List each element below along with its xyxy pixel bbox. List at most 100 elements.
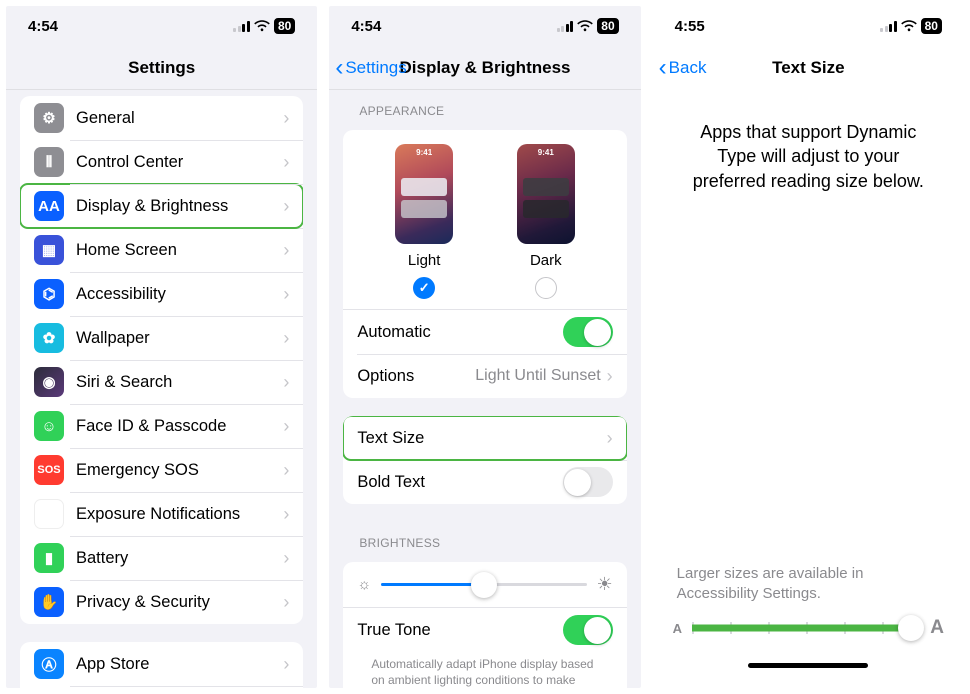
row-face-id[interactable]: ☺︎Face ID & Passcode› [20, 404, 303, 448]
chevron-right-icon: › [283, 284, 289, 305]
row-label: Face ID & Passcode [76, 417, 283, 436]
row-label: General [76, 109, 283, 128]
row-true-tone: True Tone [343, 608, 626, 652]
sun-max-icon: ☀︎ [597, 574, 613, 595]
status-bar: 4:54 80 [6, 6, 317, 46]
hand-icon: ✋ [34, 587, 64, 617]
row-label: Automatic [357, 323, 562, 342]
row-label: Emergency SOS [76, 461, 283, 480]
text-size-footnote: Larger sizes are available in Accessibil… [673, 564, 944, 617]
a-small-icon: A [673, 621, 682, 636]
back-label: Settings [345, 58, 406, 78]
appearance-header: APPEARANCE [329, 90, 640, 124]
row-app-store[interactable]: ⒶApp Store› [20, 642, 303, 686]
siri-icon: ◉ [34, 367, 64, 397]
settings-group-main: ⚙︎General› ⫴Control Center› AADisplay & … [20, 96, 303, 624]
light-label: Light [408, 252, 441, 269]
dark-preview: 9:41 [517, 144, 575, 244]
row-label: Siri & Search [76, 373, 283, 392]
automatic-switch[interactable] [563, 317, 613, 347]
sun-min-icon: ☼ [357, 576, 371, 593]
screen-settings: 4:54 80 Settings ⚙︎General› ⫴Control Cen… [6, 6, 317, 688]
row-label: Exposure Notifications [76, 505, 283, 524]
row-label: Control Center [76, 153, 283, 172]
brightness-slider[interactable] [381, 583, 586, 586]
row-exposure[interactable]: ✺ Exposure Notifications› [20, 492, 303, 536]
chevron-right-icon: › [283, 654, 289, 675]
exposure-icon: ✺ [34, 499, 64, 529]
chevron-left-icon: ‹ [335, 56, 343, 80]
chevron-right-icon: › [283, 196, 289, 217]
row-options[interactable]: Options Light Until Sunset › [343, 354, 626, 398]
chevron-right-icon: › [607, 428, 613, 449]
nav-bar: ‹Settings Display & Brightness [329, 46, 640, 90]
face-id-icon: ☺︎ [34, 411, 64, 441]
row-text-size[interactable]: Text Size › [343, 416, 626, 460]
radio-unselected-icon [535, 277, 557, 299]
row-general[interactable]: ⚙︎ General› [20, 96, 303, 140]
dark-label: Dark [530, 252, 562, 269]
row-wallet[interactable]: 💳Wallet & Apple Pay› [20, 686, 303, 688]
back-button[interactable]: ‹Back [659, 46, 707, 90]
row-sos[interactable]: SOSEmergency SOS› [20, 448, 303, 492]
gear-icon: ⚙︎ [34, 103, 64, 133]
wifi-icon [901, 20, 917, 32]
chevron-right-icon: › [283, 372, 289, 393]
row-label: Battery [76, 549, 283, 568]
nav-bar: Settings [6, 46, 317, 90]
status-time: 4:54 [351, 18, 381, 35]
chevron-right-icon: › [283, 504, 289, 525]
text-size-footer-area: Larger sizes are available in Accessibil… [653, 556, 964, 688]
back-button[interactable]: ‹Settings [335, 46, 406, 89]
grid-icon: ▦ [34, 235, 64, 265]
row-label: True Tone [357, 621, 562, 640]
accessibility-icon: ⌬ [34, 279, 64, 309]
row-siri[interactable]: ◉ Siri & Search› [20, 360, 303, 404]
true-tone-footnote: Automatically adapt iPhone display based… [343, 652, 626, 688]
bold-text-switch[interactable] [563, 467, 613, 497]
text-size-slider[interactable] [692, 626, 920, 630]
battery-icon: 80 [597, 18, 618, 34]
chevron-right-icon: › [283, 240, 289, 261]
nav-title: Display & Brightness [399, 58, 570, 78]
battery-icon: 80 [921, 18, 942, 34]
row-control-center[interactable]: ⫴Control Center› [20, 140, 303, 184]
a-large-icon: A [930, 617, 944, 639]
true-tone-switch[interactable] [563, 615, 613, 645]
row-detail: Light Until Sunset [475, 367, 600, 385]
row-display-brightness[interactable]: AADisplay & Brightness› [20, 184, 303, 228]
chevron-right-icon: › [283, 328, 289, 349]
annotation-arrow [692, 625, 914, 632]
flower-icon: ✿ [34, 323, 64, 353]
row-label: App Store [76, 655, 283, 674]
cellular-icon [557, 21, 574, 32]
switches-icon: ⫴ [34, 147, 64, 177]
brightness-slider-row: ☼ ☀︎ [343, 562, 626, 608]
row-label: Home Screen [76, 241, 283, 260]
settings-group-store: ⒶApp Store› 💳Wallet & Apple Pay› [20, 642, 303, 688]
row-bold-text: Bold Text [343, 460, 626, 504]
row-privacy[interactable]: ✋Privacy & Security› [20, 580, 303, 624]
row-home-screen[interactable]: ▦ Home Screen› [20, 228, 303, 272]
appearance-dark[interactable]: 9:41 Dark [517, 144, 575, 299]
chevron-right-icon: › [607, 366, 613, 387]
appearance-light[interactable]: 9:41 Light [395, 144, 453, 299]
appearance-picker: 9:41 Light 9:41 Dark [343, 130, 626, 310]
row-battery[interactable]: ▮Battery› [20, 536, 303, 580]
chevron-left-icon: ‹ [659, 56, 667, 80]
back-label: Back [669, 58, 707, 78]
light-preview: 9:41 [395, 144, 453, 244]
status-time: 4:54 [28, 18, 58, 35]
text-group: Text Size › Bold Text [343, 416, 626, 504]
row-accessibility[interactable]: ⌬ Accessibility› [20, 272, 303, 316]
screen-text-size: 4:55 80 ‹Back Text Size Apps that suppor… [653, 6, 964, 688]
cellular-icon [880, 21, 897, 32]
text-size-slider-row: A A [673, 617, 944, 639]
row-wallpaper[interactable]: ✿Wallpaper› [20, 316, 303, 360]
nav-bar: ‹Back Text Size [653, 46, 964, 90]
chevron-right-icon: › [283, 108, 289, 129]
row-label: Privacy & Security [76, 593, 283, 612]
wifi-icon [577, 20, 593, 32]
chevron-right-icon: › [283, 460, 289, 481]
row-label: Accessibility [76, 285, 283, 304]
